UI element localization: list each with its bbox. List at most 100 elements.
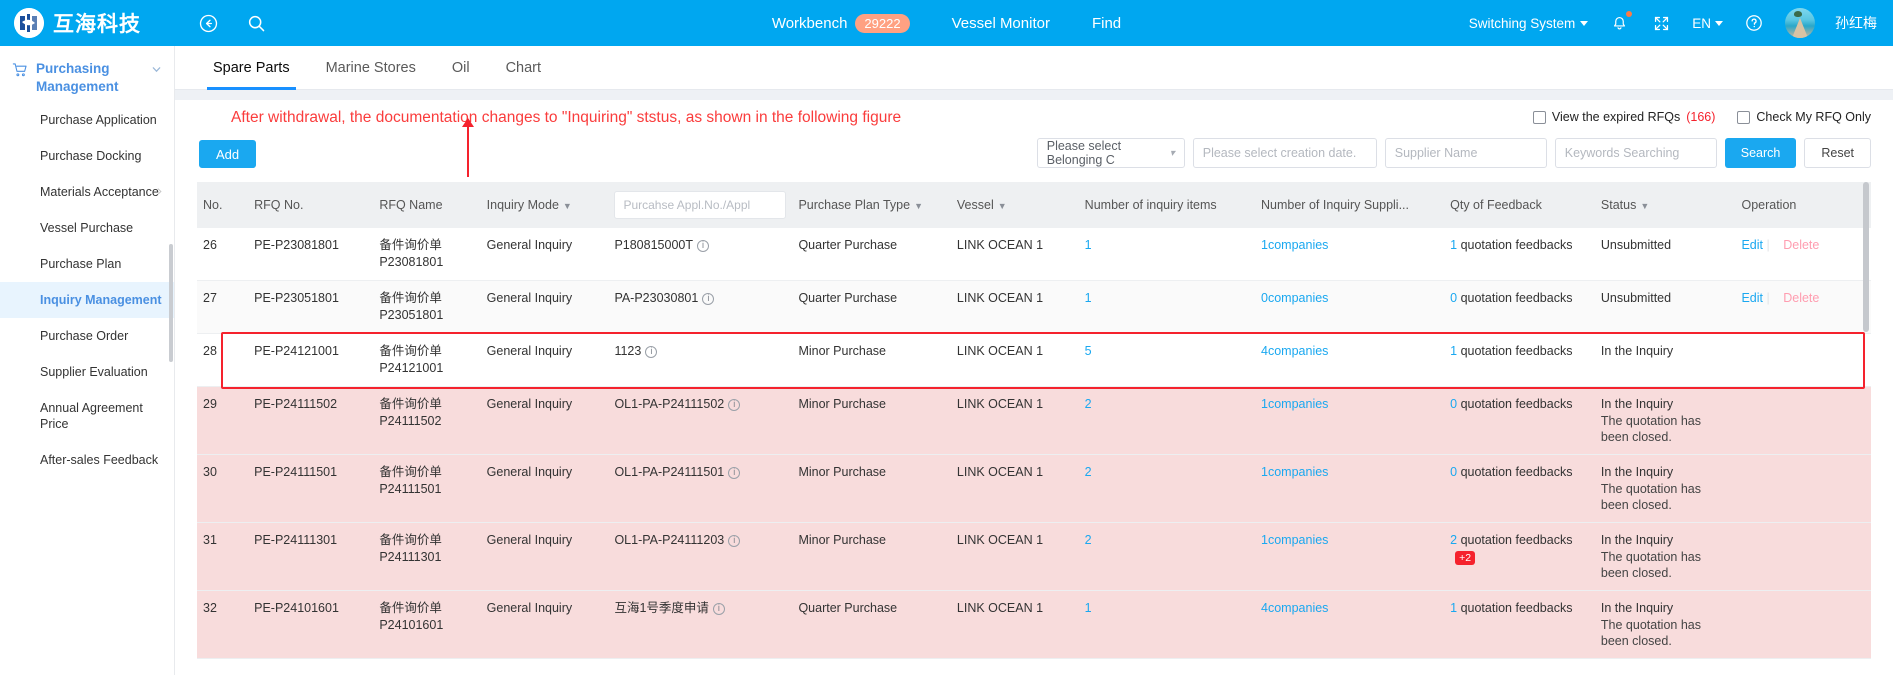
- cell-operation[interactable]: [1735, 386, 1871, 455]
- table-vertical-scrollbar[interactable]: [1863, 182, 1869, 332]
- nav-workbench[interactable]: Workbench 29222: [772, 13, 910, 33]
- cell-purchase-appl[interactable]: 互海1号季度申请 i: [608, 590, 793, 659]
- inquiry-items-link[interactable]: 2: [1085, 397, 1092, 411]
- cell-purchase-appl[interactable]: OL1-PA-P24111502 i: [608, 386, 793, 455]
- sidebar-item-purchase-order[interactable]: Purchase Order: [0, 318, 174, 354]
- brand-logo[interactable]: 互海科技: [0, 8, 141, 38]
- table-header-appl[interactable]: Purcahse Appl.No./Appl: [608, 182, 793, 228]
- nav-find[interactable]: Find: [1092, 15, 1121, 32]
- cell-qty-feedback[interactable]: 2 quotation feedbacks +2: [1444, 522, 1595, 591]
- cell-operation[interactable]: [1735, 454, 1871, 523]
- inquiry-suppliers-link[interactable]: 4companies: [1261, 344, 1328, 358]
- sort-arrow-icon[interactable]: ▼: [998, 201, 1007, 211]
- inquiry-items-link[interactable]: 5: [1085, 344, 1092, 358]
- cell-inquiry-suppliers[interactable]: 4companies: [1255, 590, 1445, 659]
- checkbox-box-icon[interactable]: [1532, 110, 1546, 124]
- delete-action[interactable]: Delete: [1783, 238, 1819, 252]
- info-icon[interactable]: i: [728, 398, 741, 411]
- inquiry-suppliers-link[interactable]: 1companies: [1261, 465, 1328, 479]
- language-selector[interactable]: EN: [1692, 16, 1723, 31]
- cell-qty-feedback[interactable]: 0 quotation feedbacks: [1444, 386, 1595, 455]
- info-icon[interactable]: i: [696, 239, 709, 252]
- cell-inquiry-items[interactable]: 1: [1078, 280, 1256, 334]
- cell-inquiry-items[interactable]: 2: [1078, 386, 1256, 455]
- table-row[interactable]: 31 PE-P24111301 备件询价单P24111301 General Inqu…: [197, 522, 1871, 591]
- table-header-status[interactable]: Status ▼: [1594, 182, 1736, 228]
- table-row[interactable]: 32 PE-P24101601 备件询价单P24101601 General Inqu…: [197, 590, 1871, 659]
- feedback-count[interactable]: 1: [1450, 238, 1457, 252]
- inquiry-items-link[interactable]: 1: [1085, 238, 1092, 252]
- tab-spare-parts[interactable]: Spare Parts: [195, 46, 308, 90]
- table-row[interactable]: 28 PE-P24121001 备件询价单P24121001 General Inqu…: [197, 333, 1871, 387]
- sidebar-scrollbar[interactable]: [169, 244, 173, 362]
- inquiry-items-link[interactable]: 1: [1085, 601, 1092, 615]
- cell-inquiry-items[interactable]: 2: [1078, 522, 1256, 591]
- username-label[interactable]: 孙红梅: [1835, 13, 1877, 33]
- inquiry-items-link[interactable]: 2: [1085, 533, 1092, 547]
- reset-button[interactable]: Reset: [1804, 138, 1871, 168]
- switching-system-dropdown[interactable]: Switching System: [1469, 16, 1589, 31]
- cell-purchase-appl[interactable]: P180815000T i: [608, 228, 793, 281]
- sidebar-group-purchasing-management[interactable]: Purchasing Management: [0, 46, 174, 102]
- sidebar-item-inquiry-management[interactable]: Inquiry Management: [0, 282, 174, 318]
- cell-qty-feedback[interactable]: 1 quotation feedbacks: [1444, 228, 1595, 281]
- purchase-appl-filter-input[interactable]: Purcahse Appl.No./Appl: [614, 191, 787, 219]
- belonging-company-select[interactable]: Please select Belonging C ▾: [1036, 138, 1185, 168]
- cell-operation[interactable]: Edit | Delete: [1735, 280, 1871, 334]
- table-row[interactable]: 30 PE-P24111501 备件询价单P24111501 General Inqu…: [197, 454, 1871, 523]
- tab-marine-stores[interactable]: Marine Stores: [308, 46, 434, 90]
- cell-inquiry-suppliers[interactable]: 1companies: [1255, 522, 1445, 591]
- cell-inquiry-items[interactable]: 1: [1078, 228, 1256, 281]
- sort-arrow-icon[interactable]: ▼: [914, 201, 923, 211]
- fullscreen-icon[interactable]: [1650, 12, 1672, 34]
- cell-purchase-appl[interactable]: OL1-PA-P24111501 i: [608, 454, 793, 523]
- info-icon[interactable]: i: [728, 534, 741, 547]
- cell-inquiry-suppliers[interactable]: 4companies: [1255, 333, 1445, 387]
- cell-purchase-appl[interactable]: PA-P23030801 i: [608, 280, 793, 334]
- cell-qty-feedback[interactable]: 0 quotation feedbacks: [1444, 454, 1595, 523]
- table-row[interactable]: 27 PE-P23051801 备件询价单P23051801 General Inqu…: [197, 280, 1871, 334]
- info-icon[interactable]: i: [728, 466, 741, 479]
- cell-inquiry-items[interactable]: 1: [1078, 590, 1256, 659]
- inquiry-items-link[interactable]: 2: [1085, 465, 1092, 479]
- creation-date-input[interactable]: Please select creation date.: [1192, 138, 1377, 168]
- checkbox-view-expired-rfqs[interactable]: View the expired RFQs (166): [1532, 110, 1715, 124]
- sort-arrow-icon[interactable]: ▼: [563, 201, 572, 211]
- cell-operation[interactable]: Edit | Delete: [1735, 228, 1871, 281]
- table-row[interactable]: 29 PE-P24111502 备件询价单P24111502 General Inqu…: [197, 386, 1871, 455]
- delete-action[interactable]: Delete: [1783, 291, 1819, 305]
- table-row[interactable]: 26 PE-P23081801 备件询价单P23081801 General Inqu…: [197, 228, 1871, 281]
- cell-operation[interactable]: [1735, 522, 1871, 591]
- avatar[interactable]: [1785, 8, 1815, 38]
- cell-operation[interactable]: [1735, 590, 1871, 659]
- feedback-count[interactable]: 1: [1450, 601, 1457, 615]
- cell-inquiry-items[interactable]: 2: [1078, 454, 1256, 523]
- sidebar-item-purchase-docking[interactable]: Purchase Docking: [0, 138, 174, 174]
- cell-qty-feedback[interactable]: 1 quotation feedbacks: [1444, 590, 1595, 659]
- sidebar-item-annual-agreement-price[interactable]: Annual Agreement Price: [0, 390, 174, 442]
- info-icon[interactable]: i: [645, 345, 658, 358]
- feedback-count[interactable]: 1: [1450, 344, 1457, 358]
- supplier-name-input[interactable]: Supplier Name: [1384, 138, 1547, 168]
- help-icon[interactable]: [1743, 12, 1765, 34]
- back-arrow-icon[interactable]: [197, 12, 219, 34]
- nav-vessel-monitor[interactable]: Vessel Monitor: [952, 15, 1050, 32]
- table-header-mode[interactable]: Inquiry Mode ▼: [480, 182, 609, 228]
- edit-action[interactable]: Edit: [1741, 291, 1763, 305]
- sidebar-item-purchase-plan[interactable]: Purchase Plan: [0, 246, 174, 282]
- feedback-count[interactable]: 0: [1450, 291, 1457, 305]
- info-icon[interactable]: i: [712, 602, 725, 615]
- cell-qty-feedback[interactable]: 0 quotation feedbacks: [1444, 280, 1595, 334]
- inquiry-suppliers-link[interactable]: 4companies: [1261, 601, 1328, 615]
- add-button[interactable]: Add: [199, 140, 257, 168]
- tab-oil[interactable]: Oil: [434, 46, 488, 90]
- info-icon[interactable]: i: [702, 292, 715, 305]
- feedback-count[interactable]: 0: [1450, 465, 1457, 479]
- inquiry-suppliers-link[interactable]: 1companies: [1261, 238, 1328, 252]
- feedback-count[interactable]: 2: [1450, 533, 1457, 547]
- cell-inquiry-items[interactable]: 5: [1078, 333, 1256, 387]
- cell-inquiry-suppliers[interactable]: 1companies: [1255, 454, 1445, 523]
- keywords-search-input[interactable]: Keywords Searching: [1554, 138, 1717, 168]
- inquiry-suppliers-link[interactable]: 0companies: [1261, 291, 1328, 305]
- cell-purchase-appl[interactable]: 1123 i: [608, 333, 793, 387]
